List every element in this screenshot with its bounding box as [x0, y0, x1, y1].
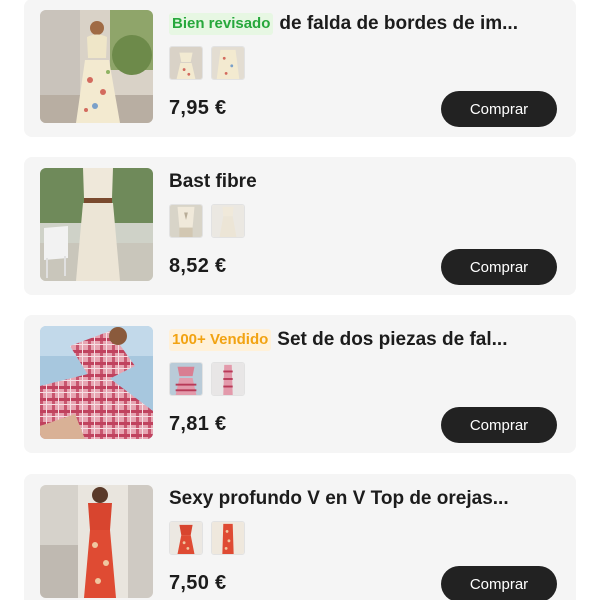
product-title[interactable]: Bast fibre: [169, 170, 564, 194]
product-title-row[interactable]: 100+ Vendido Set de dos piezas de fal...: [169, 327, 564, 353]
product-title-row[interactable]: Bien revisado de falda de bordes de im..…: [169, 11, 564, 37]
product-thumbnails: [169, 46, 253, 80]
product-price: 7,50 €: [169, 572, 227, 594]
product-thumbnail[interactable]: [169, 362, 203, 396]
product-thumbnail[interactable]: [169, 204, 203, 238]
product-price: 7,81 €: [169, 413, 227, 435]
product-thumbnail[interactable]: [211, 46, 245, 80]
product-thumbnails: [169, 362, 253, 396]
product-title[interactable]: de falda de bordes de im...: [279, 12, 564, 36]
product-price: 8,52 €: [169, 255, 227, 277]
product-thumbnails: [169, 204, 253, 238]
product-title-row[interactable]: Bast fibre: [169, 169, 564, 195]
reviewed-badge: Bien revisado: [169, 13, 274, 35]
buy-button[interactable]: Comprar: [441, 91, 557, 127]
product-image[interactable]: [40, 10, 153, 123]
product-title-row[interactable]: Sexy profundo V en V Top de orejas...: [169, 486, 564, 512]
buy-button[interactable]: Comprar: [441, 249, 557, 285]
product-card[interactable]: Bast fibre 8,52 € Comprar: [24, 157, 576, 295]
product-image[interactable]: [40, 326, 153, 439]
sold-count-badge: 100+ Vendido: [169, 329, 272, 351]
product-title[interactable]: Set de dos piezas de fal...: [277, 328, 564, 352]
product-thumbnail[interactable]: [211, 204, 245, 238]
product-card[interactable]: Sexy profundo V en V Top de orejas... 7,…: [24, 474, 576, 600]
product-list: Bien revisado de falda de bordes de im..…: [0, 0, 600, 600]
product-thumbnail[interactable]: [169, 521, 203, 555]
product-thumbnail[interactable]: [211, 362, 245, 396]
product-card[interactable]: Bien revisado de falda de bordes de im..…: [24, 0, 576, 137]
product-image[interactable]: [40, 485, 153, 598]
product-title[interactable]: Sexy profundo V en V Top de orejas...: [169, 487, 564, 511]
buy-button[interactable]: Comprar: [441, 407, 557, 443]
product-thumbnail[interactable]: [169, 46, 203, 80]
product-thumbnail[interactable]: [211, 521, 245, 555]
product-thumbnails: [169, 521, 253, 555]
product-image[interactable]: [40, 168, 153, 281]
product-price: 7,95 €: [169, 97, 227, 119]
product-card[interactable]: 100+ Vendido Set de dos piezas de fal...: [24, 315, 576, 453]
buy-button[interactable]: Comprar: [441, 566, 557, 600]
